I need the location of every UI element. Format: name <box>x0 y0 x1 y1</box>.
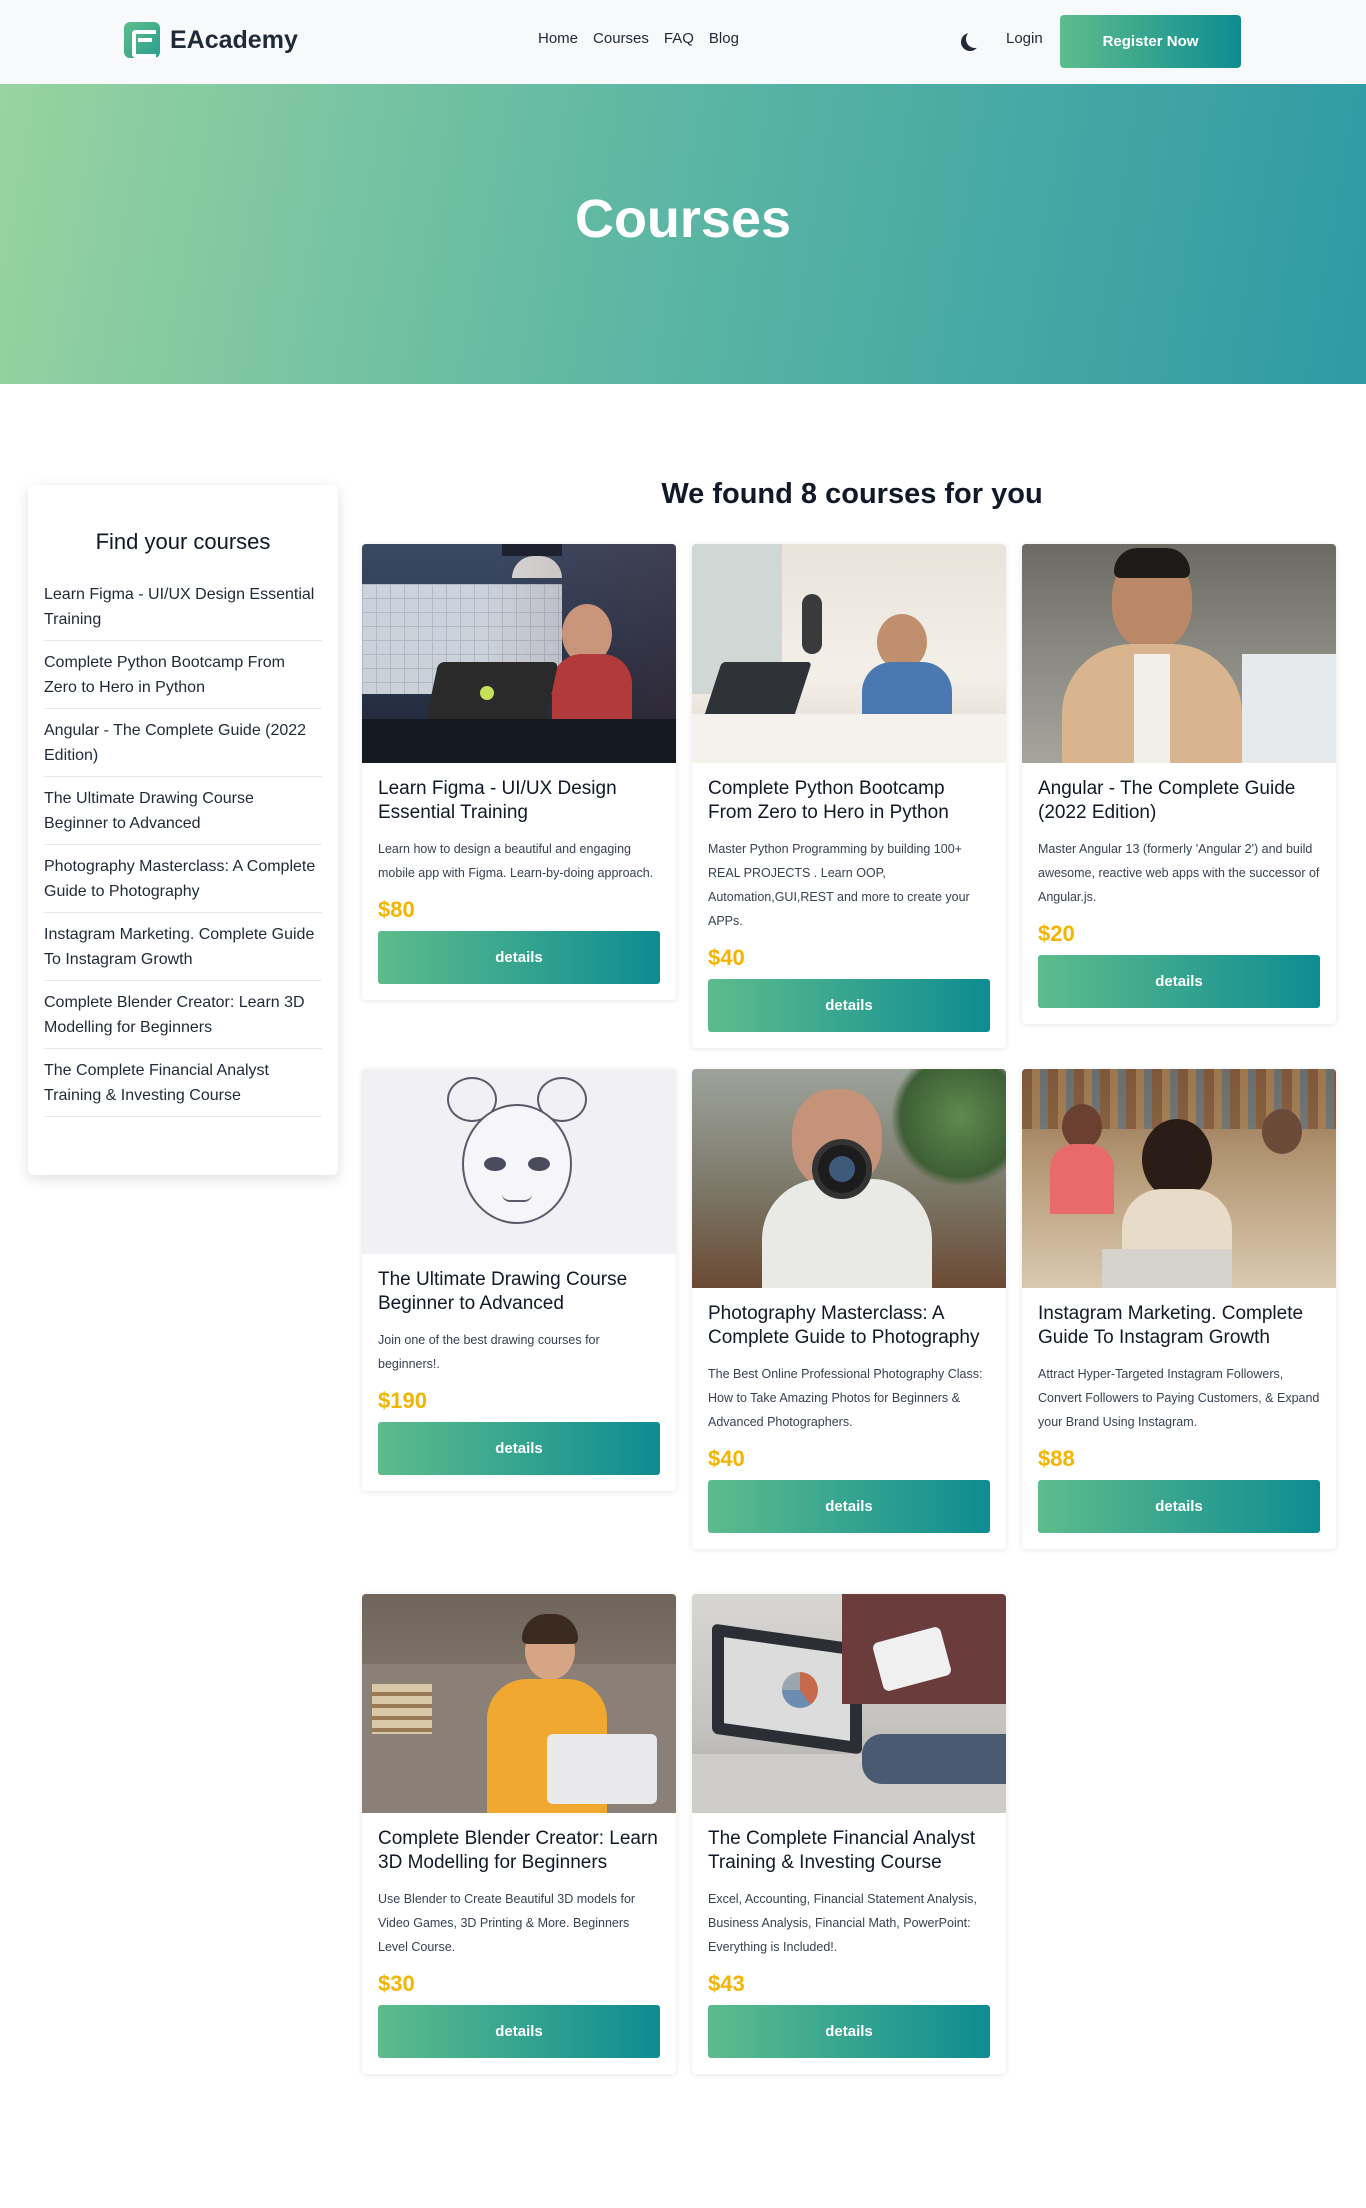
course-description: Join one of the best drawing courses for… <box>378 1333 600 1371</box>
details-button[interactable]: details <box>1038 955 1320 1008</box>
course-description: Attract Hyper-Targeted Instagram Followe… <box>1038 1367 1320 1429</box>
course-title: Complete Blender Creator: Learn 3D Model… <box>378 1828 658 1873</box>
course-thumbnail <box>692 1594 1006 1813</box>
course-price: $190 <box>378 1388 427 1413</box>
course-title: Angular - The Complete Guide (2022 Editi… <box>1038 778 1296 823</box>
details-button[interactable]: details <box>378 2005 660 2058</box>
course-card: The Complete Financial Analyst Training … <box>692 1594 1006 2074</box>
course-thumbnail <box>1022 544 1336 763</box>
course-thumbnail <box>362 1594 676 1813</box>
sidebar-course-link[interactable]: Complete Python Bootcamp From Zero to He… <box>44 641 322 709</box>
hero-banner: Courses <box>0 84 1366 384</box>
details-button[interactable]: details <box>378 931 660 984</box>
course-card: Instagram Marketing. Complete Guide To I… <box>1022 1069 1336 1549</box>
sidebar-course-link[interactable]: Learn Figma - UI/UX Design Essential Tra… <box>44 573 322 641</box>
nav-courses-link[interactable]: Courses <box>593 30 649 47</box>
sidebar-course-link[interactable]: The Ultimate Drawing Course Beginner to … <box>44 777 322 845</box>
sidebar-title: Find your courses <box>95 529 271 554</box>
details-button[interactable]: details <box>378 1422 660 1475</box>
course-description: Learn how to design a beautiful and enga… <box>378 842 654 880</box>
sidebar-course-link[interactable]: Instagram Marketing. Complete Guide To I… <box>44 913 322 981</box>
course-description: Use Blender to Create Beautiful 3D model… <box>378 1892 636 1954</box>
course-title: Instagram Marketing. Complete Guide To I… <box>1038 1303 1304 1348</box>
course-card: Complete Python Bootcamp From Zero to He… <box>692 544 1006 1048</box>
sidebar-course-link[interactable]: Photography Masterclass: A Complete Guid… <box>44 845 322 913</box>
course-card: Learn Figma - UI/UX Design Essential Tra… <box>362 544 676 1000</box>
results-heading: We found 8 courses for you <box>661 478 1043 510</box>
top-navbar: EAcademy Home Courses FAQ Blog Login Reg… <box>0 0 1366 84</box>
course-thumbnail <box>692 1069 1006 1288</box>
details-button[interactable]: details <box>708 979 990 1032</box>
logo-icon <box>124 22 160 58</box>
course-title: The Complete Financial Analyst Training … <box>708 1828 976 1873</box>
nav-home-link[interactable]: Home <box>538 30 578 47</box>
course-card: Angular - The Complete Guide (2022 Editi… <box>1022 544 1336 1024</box>
course-title: Photography Masterclass: A Complete Guid… <box>708 1303 980 1348</box>
course-card: The Ultimate Drawing Course Beginner to … <box>362 1069 676 1491</box>
course-price: $80 <box>378 897 415 922</box>
brand-name: EAcademy <box>170 25 298 54</box>
nav-faq-link[interactable]: FAQ <box>664 30 694 47</box>
course-price: $43 <box>708 1971 745 1996</box>
course-price: $88 <box>1038 1446 1075 1471</box>
course-description: Master Angular 13 (formerly 'Angular 2')… <box>1038 842 1320 904</box>
course-price: $20 <box>1038 921 1075 946</box>
brand-logo[interactable]: EAcademy <box>124 22 298 58</box>
details-button[interactable]: details <box>1038 1480 1320 1533</box>
course-title: The Ultimate Drawing Course Beginner to … <box>378 1269 628 1314</box>
course-description: Excel, Accounting, Financial Statement A… <box>708 1892 977 1954</box>
course-description: The Best Online Professional Photography… <box>708 1367 983 1429</box>
sidebar-course-link[interactable]: Complete Blender Creator: Learn 3D Model… <box>44 981 322 1049</box>
course-description: Master Python Programming by building 10… <box>708 842 970 928</box>
main-nav: Home Courses FAQ Blog <box>538 30 739 47</box>
page-title: Courses <box>574 189 792 249</box>
course-thumbnail <box>362 544 676 763</box>
course-thumbnail <box>1022 1069 1336 1288</box>
course-thumbnail <box>692 544 1006 763</box>
details-button[interactable]: details <box>708 2005 990 2058</box>
details-button[interactable]: details <box>708 1480 990 1533</box>
course-title: Complete Python Bootcamp From Zero to He… <box>708 778 949 823</box>
course-price: $30 <box>378 1971 415 1996</box>
sidebar-course-link[interactable]: The Complete Financial Analyst Training … <box>44 1049 322 1117</box>
course-card: Photography Masterclass: A Complete Guid… <box>692 1069 1006 1549</box>
course-sidebar: Find your courses Learn Figma - UI/UX De… <box>28 485 338 1175</box>
register-button[interactable]: Register Now <box>1060 15 1241 68</box>
course-thumbnail <box>362 1069 676 1254</box>
course-price: $40 <box>708 1446 745 1471</box>
moon-icon[interactable] <box>966 30 984 48</box>
course-price: $40 <box>708 945 745 970</box>
nav-blog-link[interactable]: Blog <box>709 30 739 47</box>
sidebar-course-link[interactable]: Angular - The Complete Guide (2022 Editi… <box>44 709 322 777</box>
course-title: Learn Figma - UI/UX Design Essential Tra… <box>378 778 617 823</box>
login-link[interactable]: Login <box>1006 30 1043 47</box>
course-card: Complete Blender Creator: Learn 3D Model… <box>362 1594 676 2074</box>
